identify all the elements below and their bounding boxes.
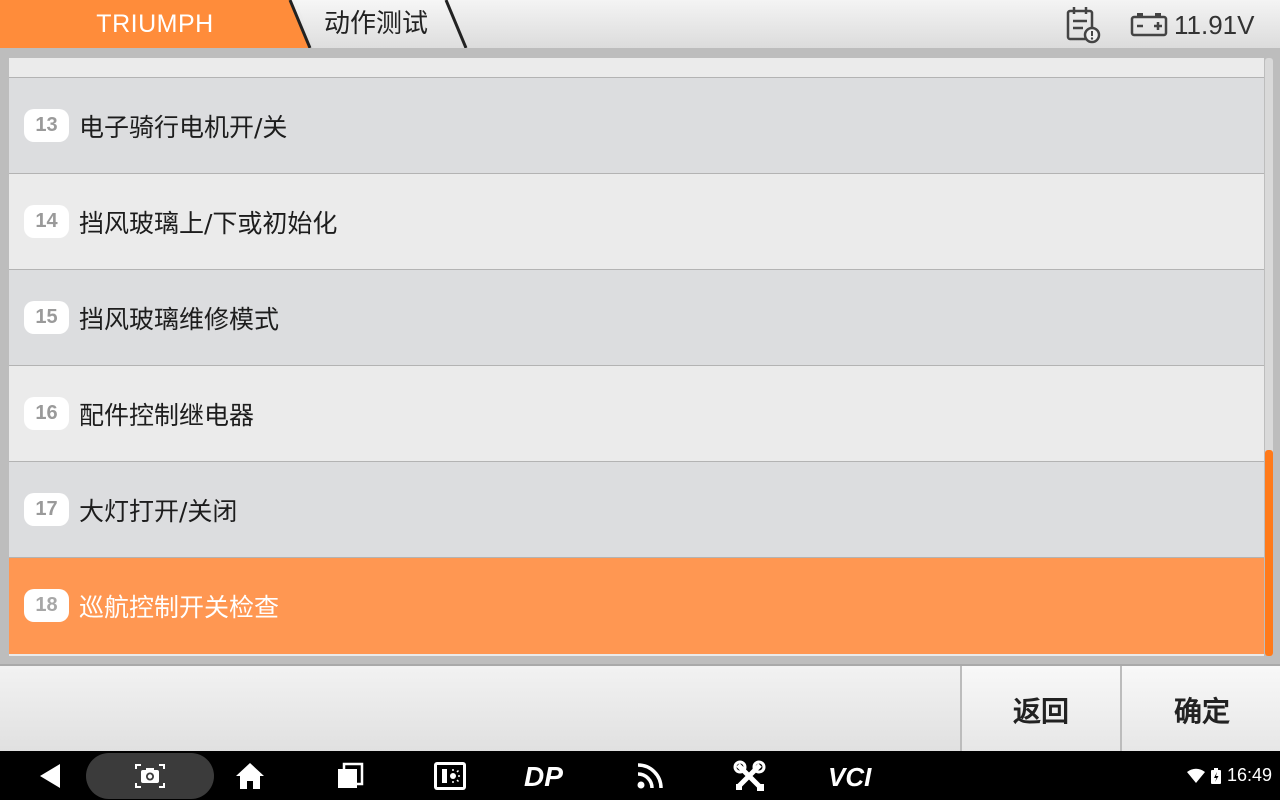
item-label: 大灯打开/关闭 bbox=[79, 496, 238, 526]
top-header: TRIUMPH 动作测试 11.91V bbox=[0, 0, 1280, 49]
action-bar: 返回 确定 bbox=[0, 664, 1280, 753]
brand-label: TRIUMPH bbox=[96, 10, 214, 38]
back-button[interactable]: 返回 bbox=[960, 666, 1120, 753]
battery-icon bbox=[1130, 13, 1168, 37]
dp-icon[interactable]: DP bbox=[522, 751, 578, 800]
system-nav-bar: DP VCI 16:49 bbox=[0, 751, 1280, 800]
home-icon[interactable] bbox=[230, 751, 270, 800]
item-number-badge: 18 bbox=[24, 589, 69, 622]
confirm-button[interactable]: 确定 bbox=[1120, 666, 1280, 753]
diagnostic-report-icon[interactable] bbox=[1064, 6, 1104, 44]
rss-icon[interactable] bbox=[630, 751, 670, 800]
item-label: 电子骑行电机开/关 bbox=[79, 112, 288, 142]
clock: 16:49 bbox=[1226, 765, 1272, 785]
battery-voltage: 11.91V bbox=[1174, 10, 1255, 40]
brightness-icon[interactable] bbox=[430, 751, 470, 800]
wifi-icon bbox=[1186, 768, 1205, 783]
scrollbar-thumb[interactable] bbox=[1265, 450, 1273, 656]
battery-charging-icon bbox=[1210, 767, 1221, 784]
page-title: 动作测试 bbox=[324, 9, 429, 39]
svg-text:DP: DP bbox=[524, 762, 563, 790]
list-item[interactable]: 16 配件控制继电器 bbox=[9, 366, 1264, 462]
screenshot-icon[interactable] bbox=[130, 751, 170, 800]
item-number-badge: 17 bbox=[24, 493, 69, 526]
list-item[interactable]: 14 挡风玻璃上/下或初始化 bbox=[9, 174, 1264, 270]
item-label: 配件控制继电器 bbox=[79, 400, 255, 430]
list-panel: 13 电子骑行电机开/关 14 挡风玻璃上/下或初始化 15 挡风玻璃维修模式 … bbox=[0, 48, 1280, 664]
status-area: 16:49 bbox=[1186, 751, 1272, 800]
recents-icon[interactable] bbox=[330, 751, 370, 800]
list-item-selected[interactable]: 18 巡航控制开关检查 bbox=[9, 558, 1264, 654]
list-item-partial[interactable] bbox=[9, 58, 1264, 78]
item-number-badge: 13 bbox=[24, 109, 69, 142]
svg-text:VCI: VCI bbox=[828, 762, 872, 790]
item-label: 挡风玻璃上/下或初始化 bbox=[79, 208, 338, 238]
list-item[interactable]: 13 电子骑行电机开/关 bbox=[9, 78, 1264, 174]
list-scrollbar[interactable] bbox=[1265, 58, 1273, 656]
back-icon[interactable] bbox=[30, 751, 70, 800]
list-item[interactable]: 17 大灯打开/关闭 bbox=[9, 462, 1264, 558]
breadcrumb-brand[interactable]: TRIUMPH bbox=[0, 0, 312, 48]
list-item[interactable]: 15 挡风玻璃维修模式 bbox=[9, 270, 1264, 366]
action-test-list[interactable]: 13 电子骑行电机开/关 14 挡风玻璃上/下或初始化 15 挡风玻璃维修模式 … bbox=[9, 58, 1264, 656]
item-number-badge: 14 bbox=[24, 205, 69, 238]
breadcrumb-page[interactable]: 动作测试 bbox=[296, 0, 468, 48]
tools-icon[interactable] bbox=[730, 751, 770, 800]
item-label: 巡航控制开关检查 bbox=[79, 592, 280, 622]
item-label: 挡风玻璃维修模式 bbox=[79, 304, 280, 334]
item-number-badge: 15 bbox=[24, 301, 69, 334]
item-number-badge: 16 bbox=[24, 397, 69, 430]
vci-icon[interactable]: VCI bbox=[826, 751, 876, 800]
